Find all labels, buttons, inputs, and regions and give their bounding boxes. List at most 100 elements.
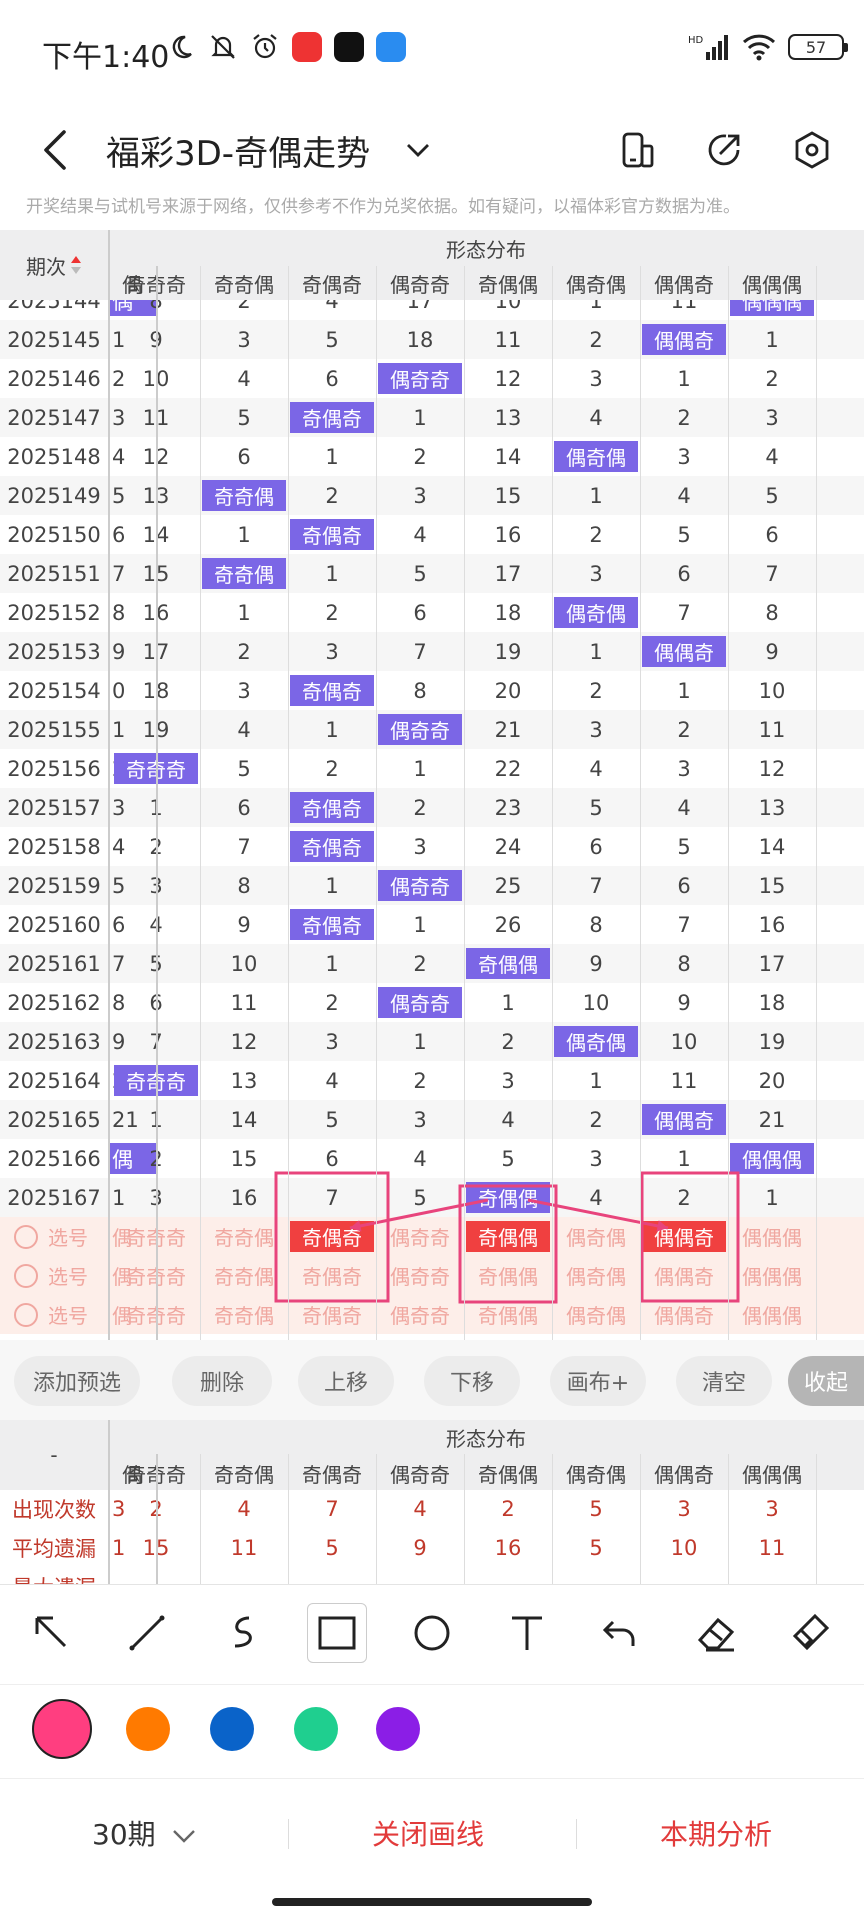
settings-hexagon-icon[interactable]: [792, 130, 832, 170]
table-row: 20251506141奇偶奇416256: [0, 515, 864, 554]
select-option[interactable]: 偶奇偶: [552, 1256, 640, 1295]
arrow-tool[interactable]: [22, 1603, 82, 1663]
select-option[interactable]: 偶奇奇: [376, 1217, 464, 1256]
value-cell: 4: [325, 1068, 339, 1093]
value-cell: 1: [237, 600, 251, 625]
color-swatch[interactable]: [210, 1707, 254, 1751]
select-option[interactable]: 偶奇奇: [376, 1295, 464, 1334]
value-cell: 1: [413, 756, 427, 781]
select-option[interactable]: 奇偶偶: [464, 1295, 552, 1334]
period-selector[interactable]: 30期: [92, 1813, 197, 1853]
undo-tool[interactable]: [592, 1603, 652, 1663]
action-button[interactable]: 上移: [298, 1356, 394, 1406]
select-option[interactable]: 偶偶偶: [728, 1295, 816, 1334]
select-option[interactable]: 偶奇偶: [552, 1217, 640, 1256]
value-cell: 7: [413, 639, 427, 664]
hit-cell: 偶奇偶: [554, 441, 638, 472]
table-row: 20251595381偶奇奇257615: [0, 866, 864, 905]
select-option[interactable]: 奇奇偶: [200, 1256, 288, 1295]
period-header[interactable]: 期次: [0, 230, 108, 300]
text-tool[interactable]: [497, 1603, 557, 1663]
action-button[interactable]: 删除: [172, 1356, 272, 1406]
select-option[interactable]: 偶偶偶: [728, 1217, 816, 1256]
select-option[interactable]: 偶偶奇: [640, 1295, 728, 1334]
selected-option[interactable]: 奇偶奇: [290, 1221, 374, 1252]
value-cell: 3: [325, 1029, 339, 1054]
value-cell: 6: [677, 873, 691, 898]
eraser-tool[interactable]: [687, 1603, 747, 1663]
column-header[interactable]: 奇奇偶: [200, 266, 288, 300]
action-button[interactable]: 清空: [676, 1356, 772, 1406]
column-header[interactable]: 偶奇偶: [552, 266, 640, 300]
action-button[interactable]: 下移: [424, 1356, 520, 1406]
stats-column-header: 奇偶偶: [478, 1462, 538, 1487]
action-button[interactable]: 添加预选: [14, 1356, 140, 1406]
color-swatch[interactable]: [294, 1707, 338, 1751]
value-cell: 18: [494, 600, 522, 625]
column-header[interactable]: 偶奇奇: [376, 266, 464, 300]
select-option[interactable]: 奇偶奇: [288, 1295, 376, 1334]
stats-value: 2: [501, 1497, 515, 1521]
select-option[interactable]: 偶偶奇: [640, 1256, 728, 1295]
color-swatch[interactable]: [126, 1707, 170, 1751]
stats-value: [640, 1568, 728, 1584]
phone-layout-icon[interactable]: [618, 130, 658, 170]
sort-icon[interactable]: [70, 254, 82, 276]
chevron-down-icon[interactable]: [404, 136, 432, 164]
close-drawing-button[interactable]: 关闭画线: [372, 1813, 484, 1853]
action-button[interactable]: 收起: [788, 1356, 864, 1406]
column-header[interactable]: 偶偶偶: [728, 266, 816, 300]
line-tool[interactable]: [117, 1603, 177, 1663]
color-swatch[interactable]: [32, 1699, 92, 1759]
selected-option[interactable]: 奇偶偶: [466, 1221, 550, 1252]
hit-cell: 偶偶偶: [730, 1143, 814, 1174]
period-number: 2025161: [7, 951, 101, 976]
column-header[interactable]: 偶偶奇: [640, 266, 728, 300]
value-cell: 9: [677, 990, 691, 1015]
value-cell: 3: [237, 678, 251, 703]
curve-tool[interactable]: [212, 1603, 272, 1663]
page-title[interactable]: 福彩3D-奇偶走势: [106, 126, 370, 175]
stats-value: [200, 1568, 288, 1584]
period-number: 2025160: [7, 912, 101, 937]
value-cell: 4: [677, 795, 691, 820]
circle-tool[interactable]: [402, 1603, 462, 1663]
radio-icon[interactable]: [14, 1224, 38, 1249]
eraser-icon: [697, 1617, 735, 1652]
period-number: 2025157: [7, 795, 101, 820]
stats-column-header: 奇偶奇: [302, 1462, 362, 1487]
select-option[interactable]: 偶奇奇: [376, 1256, 464, 1295]
select-option[interactable]: 奇偶偶: [464, 1256, 552, 1295]
color-swatch[interactable]: [376, 1707, 420, 1751]
value-cell: 1: [589, 1068, 603, 1093]
radio-icon[interactable]: [14, 1302, 38, 1327]
select-option[interactable]: 奇奇偶: [200, 1295, 288, 1334]
value-cell: 26: [494, 912, 522, 937]
period-analysis-button[interactable]: 本期分析: [660, 1813, 772, 1853]
back-arrow-icon[interactable]: [36, 126, 76, 174]
selected-option[interactable]: 偶偶奇: [642, 1221, 726, 1252]
clear-tool[interactable]: [782, 1603, 842, 1663]
value-cell: 3: [589, 1146, 603, 1171]
rectangle-tool[interactable]: [307, 1603, 367, 1663]
column-header[interactable]: 奇偶偶: [464, 266, 552, 300]
radio-icon[interactable]: [14, 1263, 38, 1288]
home-indicator[interactable]: [272, 1898, 592, 1906]
color-palette: [0, 1684, 864, 1778]
share-icon[interactable]: [704, 130, 744, 170]
select-option[interactable]: 奇偶奇: [288, 1256, 376, 1295]
select-number-radio[interactable]: 选号: [14, 1256, 104, 1295]
grid-line: [640, 266, 641, 1340]
hit-cell: 偶奇偶: [554, 597, 638, 628]
stats-value: [464, 1568, 552, 1584]
column-header[interactable]: 奇偶奇: [288, 266, 376, 300]
hit-cell: 奇偶奇: [290, 909, 374, 940]
hit-cell: 偶偶偶: [730, 300, 814, 316]
select-option[interactable]: 奇奇偶: [200, 1217, 288, 1256]
action-button[interactable]: 画布+: [550, 1356, 646, 1406]
select-number-radio[interactable]: 选号: [14, 1295, 104, 1334]
select-option[interactable]: 偶奇偶: [552, 1295, 640, 1334]
select-number-radio[interactable]: 选号: [14, 1217, 104, 1256]
select-option[interactable]: 偶偶偶: [728, 1256, 816, 1295]
stats-column-header: 偶偶奇: [654, 1462, 714, 1487]
